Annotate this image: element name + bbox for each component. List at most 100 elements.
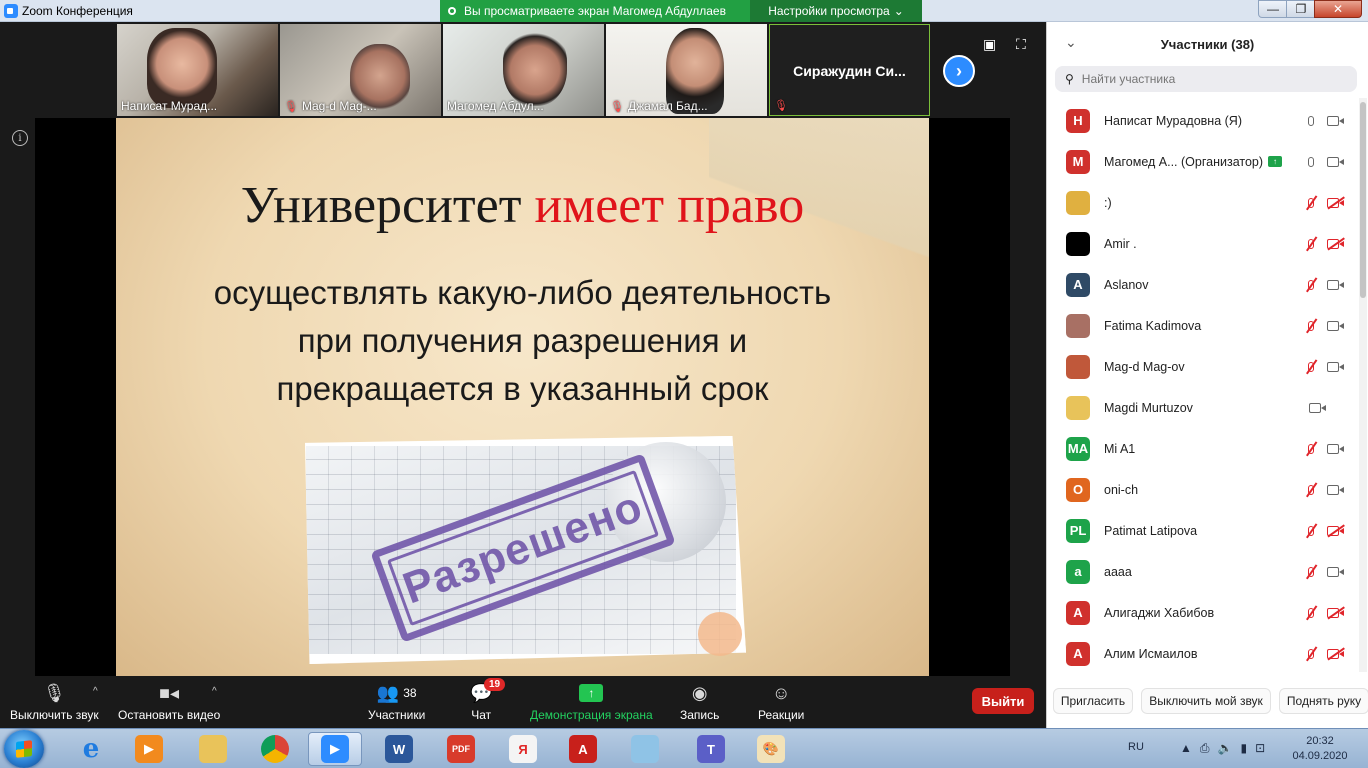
camera-off-icon[interactable] <box>1327 607 1345 619</box>
camera-icon[interactable] <box>1327 115 1345 127</box>
camera-icon[interactable] <box>1327 279 1345 291</box>
audio-options-caret-icon[interactable]: ^ <box>93 686 98 697</box>
participant-row[interactable]: Ooni-ch <box>1047 469 1357 510</box>
view-options-button[interactable]: Настройки просмотра ⌄ <box>750 0 922 22</box>
participant-list-scrollbar[interactable] <box>1359 98 1367 672</box>
tray-volume-icon[interactable]: 🔈 <box>1218 741 1233 756</box>
video-thumbnail[interactable]: Магомед Абдул... <box>443 24 604 116</box>
participant-row[interactable]: Magdi Murtuzov <box>1047 387 1357 428</box>
participant-row[interactable]: MA Mi A1 <box>1047 428 1357 469</box>
participant-row[interactable]: Mag-d Mag-ov <box>1047 346 1357 387</box>
mic-off-icon[interactable] <box>1305 277 1317 293</box>
fullscreen-icon[interactable]: ⛶ <box>1016 36 1026 53</box>
participant-search[interactable]: ⚲ <box>1055 66 1357 92</box>
participant-name: Magdi Murtuzov <box>1104 401 1193 415</box>
record-button[interactable]: ◉ Запись <box>680 682 719 723</box>
tray-network-icon[interactable]: ⊡ <box>1255 741 1265 756</box>
tray-signal-icon[interactable]: ▮ <box>1240 741 1247 756</box>
mic-off-icon[interactable] <box>1305 646 1317 662</box>
chevron-down-icon: ⌄ <box>893 4 904 18</box>
avatar <box>1066 313 1090 338</box>
panel-header: ⌄ Участники (38) <box>1047 22 1368 66</box>
mic-off-icon[interactable] <box>1305 359 1317 375</box>
shared-screen: Университет имеет право осуществлять как… <box>35 118 1010 676</box>
participant-row[interactable]: A Aslanov <box>1047 264 1357 305</box>
participant-row[interactable]: PL Patimat Latipova <box>1047 510 1357 551</box>
chat-button[interactable]: 💬 19 Чат <box>470 678 506 722</box>
reactions-button[interactable]: ☺ Реакции <box>758 682 804 723</box>
maximize-button[interactable]: ❐ <box>1286 0 1316 18</box>
mic-off-icon[interactable] <box>1305 318 1317 334</box>
mic-off-icon[interactable] <box>1305 605 1317 621</box>
share-screen-button[interactable]: ↑ Демонстрация экрана <box>530 682 653 722</box>
camera-icon[interactable] <box>1327 320 1345 332</box>
mute-button[interactable]: 🎙 Выключить звук <box>10 682 99 723</box>
camera-icon[interactable] <box>1327 484 1345 496</box>
video-thumbnail[interactable]: 🎙 Джамал Бад... <box>606 24 767 116</box>
avatar: Н <box>1066 108 1090 133</box>
camera-off-icon[interactable] <box>1327 525 1345 537</box>
start-button[interactable] <box>4 730 44 768</box>
microphone-icon[interactable] <box>1305 113 1317 129</box>
taskbar-zoom-icon[interactable]: ▶ <box>308 732 362 766</box>
mute-me-button[interactable]: Выключить мой звук <box>1141 688 1271 714</box>
participant-search-input[interactable] <box>1081 72 1342 86</box>
system-clock[interactable]: 20:32 04.09.2020 <box>1290 734 1350 764</box>
participant-row[interactable]: А Алим Исмаилов <box>1047 633 1357 674</box>
video-thumbnail[interactable]: Написат Мурад... <box>117 24 278 116</box>
participant-row[interactable]: Fatima Kadimova <box>1047 305 1357 346</box>
mic-off-icon[interactable] <box>1305 195 1317 211</box>
taskbar-yandex-icon[interactable]: Я <box>496 732 550 766</box>
raise-hand-button[interactable]: Поднять руку <box>1279 688 1368 714</box>
camera-icon[interactable] <box>1327 156 1345 168</box>
tray-device-icon[interactable]: ⎙ <box>1200 741 1210 756</box>
participant-row[interactable]: Н Написат Мурадовна (Я) <box>1047 100 1357 141</box>
participant-row[interactable]: a aaaa <box>1047 551 1357 592</box>
video-thumbnail[interactable]: Сиражудин Си... 🎙 <box>769 24 930 116</box>
participant-row[interactable]: :) <box>1047 182 1357 223</box>
mic-off-icon[interactable] <box>1305 523 1317 539</box>
leave-meeting-button[interactable]: Выйти <box>972 688 1034 714</box>
scrollbar-thumb[interactable] <box>1360 102 1366 298</box>
camera-icon[interactable] <box>1327 566 1345 578</box>
mic-off-icon[interactable] <box>1305 564 1317 580</box>
video-options-caret-icon[interactable]: ^ <box>212 686 217 697</box>
taskbar-explorer-icon[interactable] <box>186 732 240 766</box>
participant-row[interactable]: А Алигаджи Хабибов <box>1047 592 1357 633</box>
microphone-icon[interactable] <box>1305 154 1317 170</box>
taskbar-acrobat-icon[interactable]: A <box>556 732 610 766</box>
mic-off-icon[interactable] <box>1305 441 1317 457</box>
participant-row[interactable]: М Магомед А... (Организатор) ↑ <box>1047 141 1357 182</box>
taskbar-word-icon[interactable]: W <box>372 732 426 766</box>
camera-icon[interactable] <box>1327 443 1345 455</box>
invite-button[interactable]: Пригласить <box>1053 688 1133 714</box>
close-button[interactable]: ✕ <box>1314 0 1362 18</box>
next-page-button[interactable]: › <box>943 55 975 87</box>
avatar <box>1066 231 1090 256</box>
thumbnail-name: Магомед Абдул... <box>447 99 544 113</box>
participants-button[interactable]: 👥 38 Участники <box>368 682 425 723</box>
camera-icon[interactable] <box>1309 402 1327 414</box>
minimize-button[interactable]: — <box>1258 0 1288 18</box>
input-language[interactable]: RU <box>1128 741 1144 753</box>
collapse-chevron-icon[interactable]: ⌄ <box>1065 34 1077 51</box>
camera-icon[interactable] <box>1327 361 1345 373</box>
taskbar-notes-icon[interactable] <box>618 732 672 766</box>
mic-off-icon[interactable] <box>1305 236 1317 252</box>
taskbar-teams-icon[interactable]: T <box>684 732 738 766</box>
stop-video-button[interactable]: ■◂ Остановить видео <box>118 682 220 723</box>
taskbar-ie-icon[interactable]: e <box>64 732 118 766</box>
participant-row[interactable]: Amir . <box>1047 223 1357 264</box>
taskbar-chrome-icon[interactable] <box>248 732 302 766</box>
info-icon[interactable]: i <box>12 130 28 146</box>
gallery-view-icon[interactable]: ▣ <box>983 36 996 53</box>
video-thumbnail[interactable]: 🎙 Mag-d Mag-... <box>280 24 441 116</box>
taskbar-paint-icon[interactable]: 🎨 <box>744 732 798 766</box>
camera-off-icon[interactable] <box>1327 648 1345 660</box>
taskbar-pdf-icon[interactable]: PDF <box>434 732 488 766</box>
mic-off-icon[interactable] <box>1305 482 1317 498</box>
tray-notification-icon[interactable]: ▲ <box>1180 741 1192 756</box>
camera-off-icon[interactable] <box>1327 238 1345 250</box>
taskbar-media-player-icon[interactable]: ▶ <box>122 732 176 766</box>
camera-off-icon[interactable] <box>1327 197 1345 209</box>
